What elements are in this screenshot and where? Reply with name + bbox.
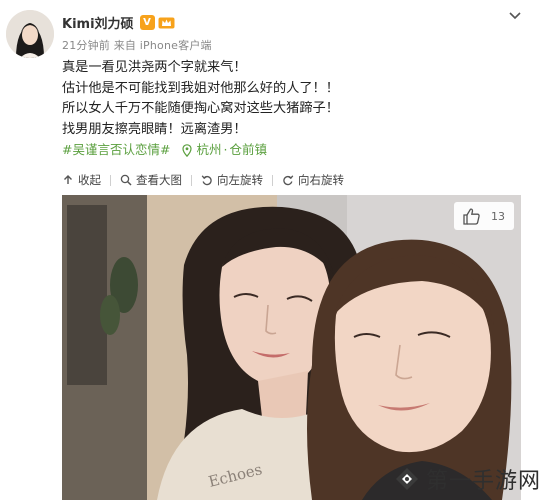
rotate-right-button[interactable]: 向右旋转: [282, 172, 344, 188]
rotate-left-icon: [201, 175, 212, 186]
rotate-right-label: 向右旋转: [298, 173, 344, 187]
toolbar-divider: [191, 174, 192, 186]
chevron-down-icon[interactable]: [508, 10, 522, 22]
post-text-line: 找男朋友擦亮眼睛！远离渣男！: [62, 121, 247, 137]
username-link[interactable]: Kimi刘力硕: [62, 13, 134, 32]
magnifier-icon: [120, 174, 132, 186]
thumbs-up-icon: [463, 207, 480, 225]
collect-label: 收起: [78, 173, 101, 187]
username-row: Kimi刘力硕 V: [62, 13, 175, 32]
avatar[interactable]: [6, 10, 54, 58]
hashtag-link[interactable]: #吴谨言否认恋情#: [62, 140, 170, 161]
post-content: 真是一看见洪尧两个字就来气！ 估计他是不可能找到我姐对他那么好的人了！！ 所以女…: [62, 58, 532, 161]
post-photo[interactable]: Echoes 13: [62, 195, 521, 500]
location-separator: ·: [223, 142, 228, 157]
toolbar-divider: [110, 174, 111, 186]
collapse-arrow-icon: [64, 175, 72, 184]
rotate-left-label: 向左旋转: [217, 173, 263, 187]
location-link[interactable]: 杭州: [196, 140, 221, 161]
image-toolbar: 收起 查看大图 向左旋转 向右旋转: [62, 170, 344, 190]
sublocation-link[interactable]: 仓前镇: [229, 140, 267, 161]
post-text-line: 所以女人千万不能随便掏心窝对这些大猪蹄子！: [62, 101, 339, 116]
rotate-left-button[interactable]: 向左旋转: [201, 172, 263, 188]
post-header: Kimi刘力硕 V 21分钟前 来自 iPhone客户端: [0, 0, 550, 62]
post-text-line: 估计他是不可能找到我姐对他那么好的人了！！: [62, 80, 339, 96]
view-large-button[interactable]: 查看大图: [120, 172, 182, 188]
rotate-right-icon: [283, 175, 294, 186]
toolbar-divider: [272, 174, 273, 186]
like-count: 13: [491, 209, 505, 223]
watermark-text: 第一手游网: [426, 469, 542, 494]
selfie-photo-image: Echoes: [62, 195, 521, 500]
view-large-label: 查看大图: [136, 173, 182, 187]
watermark-logo-icon: [396, 468, 418, 490]
location-pin-icon: [182, 143, 193, 157]
post-text-line: 真是一看见洪尧两个字就来气！: [62, 60, 247, 75]
like-badge[interactable]: 13: [454, 202, 514, 230]
tag-location-row: #吴谨言否认恋情# 杭州 · 仓前镇: [62, 140, 532, 161]
post-meta: 21分钟前 来自 iPhone客户端: [62, 39, 212, 52]
verified-badge-icon: V: [139, 14, 155, 30]
collect-button[interactable]: 收起: [62, 172, 101, 188]
site-watermark: 第一手游网: [388, 458, 550, 500]
vip-crown-icon: [158, 17, 175, 28]
